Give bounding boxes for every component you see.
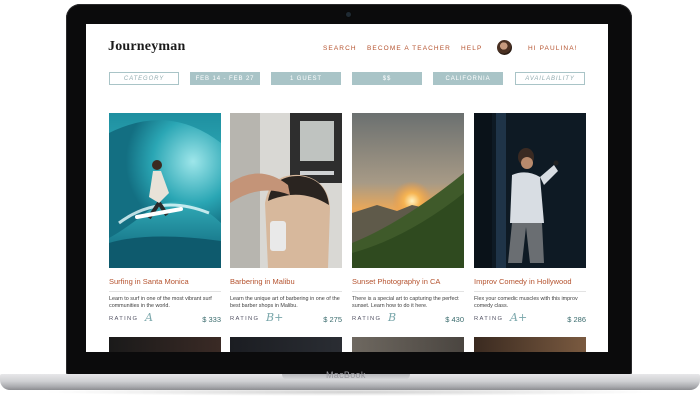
site-logo[interactable]: Journeyman bbox=[108, 39, 185, 55]
listing-price: $ 430 bbox=[445, 315, 464, 324]
nav-greeting[interactable]: HI PAULINA! bbox=[528, 45, 578, 52]
listing-photo-surfing[interactable] bbox=[109, 113, 221, 268]
listing-price: $ 275 bbox=[323, 315, 342, 324]
divider bbox=[474, 291, 586, 292]
rating-label: RATING bbox=[352, 316, 382, 322]
listing-title[interactable]: Improv Comedy in Hollywood bbox=[474, 277, 572, 286]
filter-price[interactable]: $$ bbox=[352, 72, 422, 85]
nav-help[interactable]: HELP bbox=[461, 45, 482, 52]
listing-description: Learn the unique art of barbering in one… bbox=[230, 296, 340, 309]
filter-guests[interactable]: 1 GUEST bbox=[271, 72, 341, 85]
rating-label: RATING bbox=[474, 316, 504, 322]
divider bbox=[352, 291, 464, 292]
listing-description: Learn to surf in one of the most vibrant… bbox=[109, 296, 212, 309]
nav-become-teacher[interactable]: BECOME A TEACHER bbox=[367, 45, 451, 52]
laptop-brand: MacBook bbox=[326, 370, 366, 380]
rating-grade: B bbox=[388, 311, 397, 324]
listing-photo-next[interactable] bbox=[109, 337, 221, 352]
filter-dates[interactable]: FEB 14 - FEB 27 bbox=[190, 72, 260, 85]
filter-category[interactable]: CATEGORY bbox=[109, 72, 179, 85]
listing-photo-next[interactable] bbox=[352, 337, 464, 352]
listing-photo-next[interactable] bbox=[230, 337, 342, 352]
listing-title[interactable]: Sunset Photography in CA bbox=[352, 277, 440, 286]
listing-title[interactable]: Barbering in Malibu bbox=[230, 277, 295, 286]
filter-location[interactable]: CALIFORNIA bbox=[433, 72, 503, 85]
listing-photo-sunset[interactable] bbox=[352, 113, 464, 268]
listing-price: $ 286 bbox=[567, 315, 586, 324]
rating-label: RATING bbox=[230, 316, 260, 322]
rating-label: RATING bbox=[109, 316, 139, 322]
listing-title[interactable]: Surfing in Santa Monica bbox=[109, 277, 189, 286]
camera-dot bbox=[346, 12, 351, 17]
listing-description: Flex your comedic muscles with this impr… bbox=[474, 296, 578, 309]
listing-photo-improv[interactable] bbox=[474, 113, 586, 268]
listing-photo-barbering[interactable] bbox=[230, 113, 342, 268]
divider bbox=[230, 291, 342, 292]
listing-photo-next[interactable] bbox=[474, 337, 586, 352]
screen: Journeyman SEARCH BECOME A TEACHER HELP … bbox=[86, 24, 608, 352]
listing-price: $ 333 bbox=[202, 315, 221, 324]
divider bbox=[109, 291, 221, 292]
rating-grade: B+ bbox=[266, 311, 284, 324]
filter-availability[interactable]: AVAILABILITY bbox=[515, 72, 585, 85]
listing-description: There is a special art to capturing the … bbox=[352, 296, 459, 309]
nav-search[interactable]: SEARCH bbox=[323, 45, 357, 52]
rating-grade: A+ bbox=[510, 311, 528, 324]
user-avatar[interactable] bbox=[497, 40, 512, 55]
rating-grade: A bbox=[145, 311, 153, 324]
